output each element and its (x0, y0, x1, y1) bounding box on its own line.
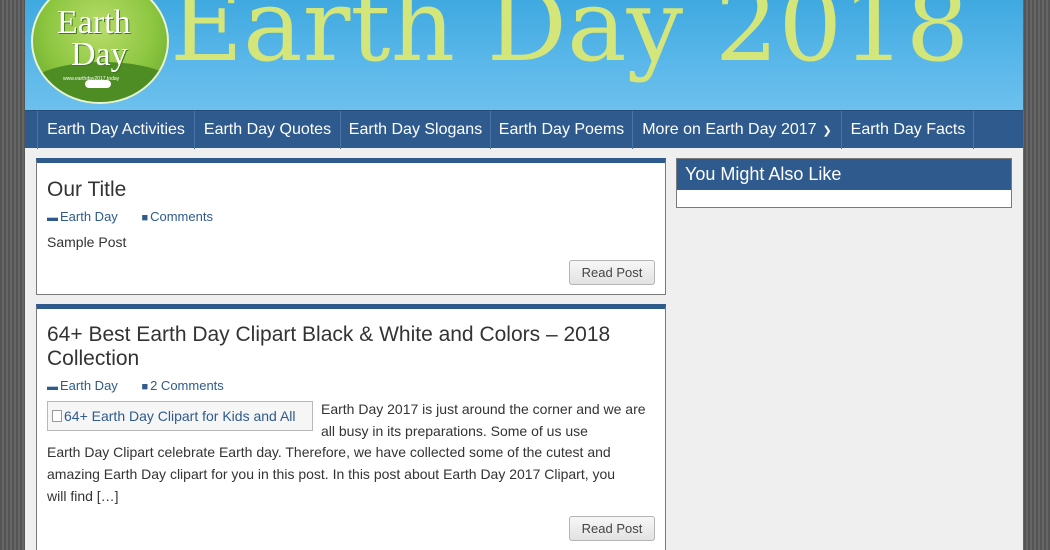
image-alt-text: 64+ Earth Day Clipart for Kids and All (64, 408, 296, 424)
logo-text-day: Day (71, 36, 128, 73)
read-post-button[interactable]: Read Post (569, 260, 655, 285)
post-comments[interactable]: ■ Comments (141, 209, 223, 224)
post-card: 64+ Best Earth Day Clipart Black & White… (36, 304, 666, 550)
post-card: Our Title ▬ Earth Day ■ Comments Sample Po… (36, 158, 666, 295)
post-meta: ▬ Earth Day ■ Comments (47, 209, 233, 224)
nav-item-earth-day-poems[interactable]: Earth Day Poems (490, 111, 632, 149)
post-excerpt-line: Earth Day Clipart celebrate Earth day. T… (47, 444, 611, 460)
nav-item-more-on-earth-day[interactable]: More on Earth Day 2017 ❯ (632, 111, 841, 149)
folder-icon: ▬ (47, 212, 58, 224)
nav-item-earth-day-slogans[interactable]: Earth Day Slogans (340, 111, 490, 149)
nav-item-earth-day-activities[interactable]: Earth Day Activities (37, 111, 194, 149)
sidebar-widget: You Might Also Like (676, 158, 1012, 208)
post-excerpt-wrap: Earth Day 2017 is just around the corner… (321, 401, 646, 439)
read-post-button[interactable]: Read Post (569, 516, 655, 541)
post-excerpt: Sample Post (47, 234, 127, 250)
post-category[interactable]: ▬ Earth Day (47, 209, 128, 224)
logo-url: www.earthday2017.today (63, 76, 120, 82)
comment-icon: ■ (141, 381, 149, 393)
post-meta: ▬ Earth Day ■ 2 Comments (47, 378, 244, 393)
logo-text-earth: Earth (57, 4, 131, 41)
nav-label: More on Earth Day 2017 (642, 121, 817, 138)
widget-divider (677, 190, 1011, 192)
banner-title: Earth Day 2018 (170, 0, 970, 84)
post-title[interactable]: Our Title (47, 178, 126, 202)
category-label: Earth Day (60, 209, 118, 224)
post-excerpt-line: amazing Earth Day clipart for you in thi… (47, 466, 616, 482)
nav-label: Earth Day Quotes (203, 121, 332, 138)
broken-image-icon (52, 410, 62, 422)
chevron-down-icon: ❯ (822, 125, 832, 137)
category-label: Earth Day (60, 378, 118, 393)
nav-label: Earth Day Poems (498, 121, 625, 138)
nav-divider (973, 111, 974, 149)
comments-label: 2 Comments (150, 378, 224, 393)
widget-title: You Might Also Like (677, 159, 1011, 190)
nav-item-earth-day-facts[interactable]: Earth Day Facts (841, 111, 974, 149)
nav-label: Earth Day Activities (47, 121, 185, 138)
nav-item-earth-day-quotes[interactable]: Earth Day Quotes (194, 111, 340, 149)
post-title-line: 64+ Best Earth Day Clipart Black & White… (47, 323, 611, 346)
comment-icon: ■ (141, 212, 149, 224)
post-comments[interactable]: ■ 2 Comments (141, 378, 233, 393)
post-title[interactable]: 64+ Best Earth Day Clipart Black & White… (47, 323, 610, 371)
post-thumbnail-image[interactable]: 64+ Earth Day Clipart for Kids and All (47, 401, 313, 431)
site-container: Earth Day www.earthday2017.today Earth D… (25, 0, 1023, 550)
post-title-line: Collection (47, 347, 140, 370)
folder-icon: ▬ (47, 381, 58, 393)
site-logo[interactable]: Earth Day www.earthday2017.today (31, 0, 169, 104)
nav-label: Earth Day Facts (850, 121, 966, 138)
site-header: Earth Day www.earthday2017.today Earth D… (25, 0, 1023, 110)
post-excerpt-line: will find […] (47, 488, 119, 504)
comments-label: Comments (150, 209, 213, 224)
post-category[interactable]: ▬ Earth Day (47, 378, 128, 393)
nav-label: Earth Day Slogans (348, 121, 483, 138)
main-nav: Earth Day Activities Earth Day Quotes Ea… (25, 110, 1023, 149)
